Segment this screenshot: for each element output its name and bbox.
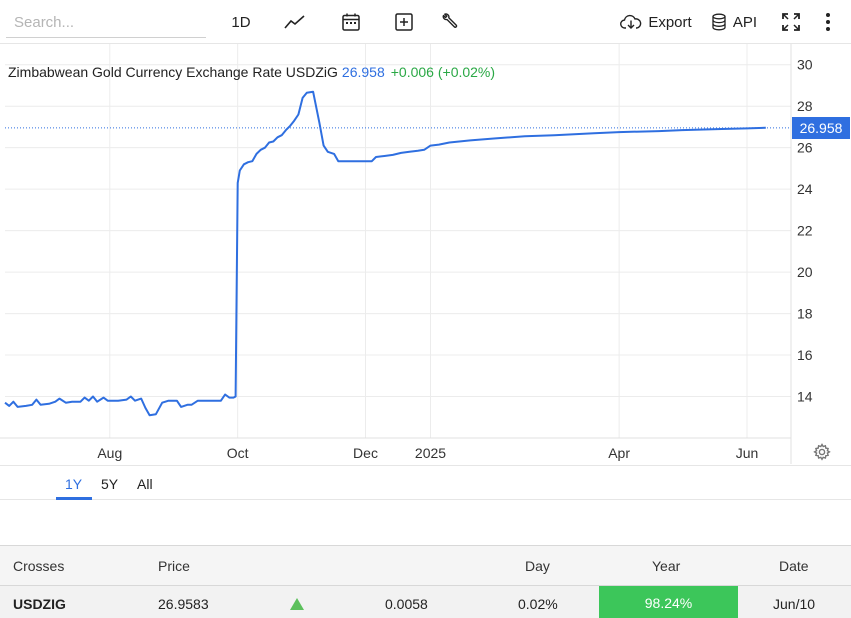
chart-title: Zimbabwean Gold Currency Exchange Rate U… xyxy=(8,64,495,80)
add-indicator-icon xyxy=(395,13,413,31)
toolbar: 1D Exp xyxy=(0,0,851,44)
fullscreen-button[interactable] xyxy=(778,10,804,34)
more-vertical-icon xyxy=(826,13,830,31)
crosses-table: Crosses Price Day Year Date USDZIG 26.95… xyxy=(0,545,851,618)
instrument-price: 26.958 xyxy=(341,64,385,80)
table-header: Crosses Price Day Year Date xyxy=(0,546,851,586)
x-tick-label: Oct xyxy=(227,445,249,461)
interval-label: 1D xyxy=(231,13,251,31)
chart-type-button[interactable] xyxy=(282,10,308,34)
database-icon xyxy=(712,13,726,31)
y-tick-label: 16 xyxy=(797,347,813,363)
active-range-indicator xyxy=(56,497,92,500)
search-input[interactable] xyxy=(6,8,206,38)
download-cloud-icon xyxy=(620,14,642,29)
table-row[interactable]: USDZIG 26.9583 0.0058 0.02% 98.24% Jun/1… xyxy=(0,586,851,618)
row-price: 26.9583 xyxy=(158,596,209,612)
line-chart-icon xyxy=(284,15,305,29)
up-arrow-icon xyxy=(290,598,304,610)
grid xyxy=(5,44,791,438)
chart-canvas: 14 16 18 20 22 24 26 28 30 Aug Oct Dec 2025 Apr Jun xyxy=(0,44,813,464)
range-5y[interactable]: 5Y xyxy=(101,476,118,492)
row-date: Jun/10 xyxy=(773,596,816,612)
x-tick-label: Apr xyxy=(608,445,630,461)
last-price-tag: 26.958 xyxy=(792,116,850,139)
instrument-change: +0.006 (+0.02%) xyxy=(390,64,496,80)
header-day: Day xyxy=(525,558,550,574)
x-tick-label: Jun xyxy=(736,445,759,461)
export-button[interactable]: Export xyxy=(619,10,693,34)
y-tick-label: 20 xyxy=(797,264,813,280)
export-label: Export xyxy=(648,13,692,31)
header-year: Year xyxy=(652,558,681,574)
api-label: API xyxy=(732,13,758,31)
api-button[interactable]: API xyxy=(709,10,759,34)
y-tick-label: 30 xyxy=(797,57,813,73)
series-line xyxy=(4,90,766,417)
y-tick-label: 28 xyxy=(797,98,813,114)
x-tick-label: Aug xyxy=(97,445,122,461)
range-selector: 1Y 5Y All xyxy=(0,465,851,500)
y-tick-label: 24 xyxy=(797,181,813,197)
y-tick-label: 18 xyxy=(797,306,813,322)
wrench-icon xyxy=(442,13,458,28)
price-chart[interactable]: 14 16 18 20 22 24 26 28 30 Aug Oct Dec 2025 Apr Jun xyxy=(0,44,851,464)
header-date: Date xyxy=(779,558,809,574)
row-change-pct: 0.02% xyxy=(518,596,558,612)
add-indicator-button[interactable] xyxy=(391,10,417,34)
last-price-value: 26.958 xyxy=(799,119,843,136)
gear-icon[interactable] xyxy=(812,442,832,462)
more-options-button[interactable] xyxy=(818,10,838,34)
header-crosses: Crosses xyxy=(13,558,65,574)
row-year-change: 98.24% xyxy=(599,586,738,618)
range-all[interactable]: All xyxy=(137,476,153,492)
y-tick-label: 14 xyxy=(797,389,813,405)
y-tick-label: 22 xyxy=(797,223,813,239)
row-change: 0.0058 xyxy=(385,596,428,612)
interval-button[interactable]: 1D xyxy=(226,10,256,34)
fullscreen-icon xyxy=(782,13,800,31)
row-symbol[interactable]: USDZIG xyxy=(13,596,66,612)
row-year-value: 98.24% xyxy=(644,594,693,611)
y-tick-label: 26 xyxy=(797,140,813,156)
range-1y[interactable]: 1Y xyxy=(65,476,82,492)
date-range-button[interactable] xyxy=(338,10,364,34)
x-tick-label: 2025 xyxy=(415,445,446,461)
x-tick-label: Dec xyxy=(353,445,378,461)
instrument-name: Zimbabwean Gold Currency Exchange Rate U… xyxy=(8,64,338,80)
calendar-icon xyxy=(342,13,360,31)
settings-tools-button[interactable] xyxy=(436,10,462,34)
header-price: Price xyxy=(158,558,190,574)
